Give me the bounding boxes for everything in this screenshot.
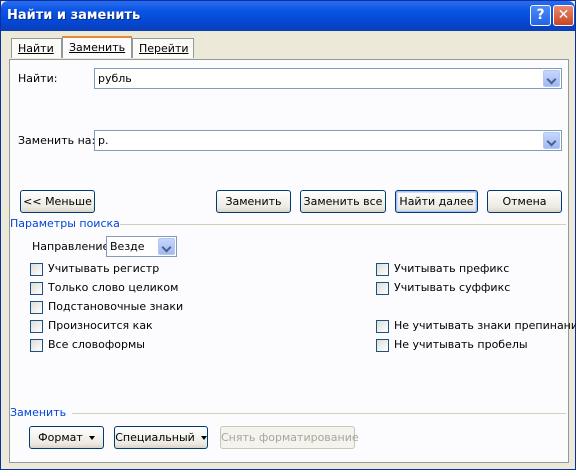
checkbox-label: Учитывать регистр xyxy=(48,262,160,275)
cancel-button[interactable]: Отмена xyxy=(487,190,562,213)
replace-all-button[interactable]: Заменить все xyxy=(300,190,386,213)
tab-goto[interactable]: Перейти xyxy=(132,38,194,58)
direction-select[interactable]: Везде xyxy=(106,236,177,257)
tab-find[interactable]: Найти xyxy=(11,38,62,58)
checkbox-label: Не учитывать знаки препинания xyxy=(394,319,576,332)
checkbox-label: Произносится как xyxy=(48,319,153,332)
find-next-button[interactable]: Найти далее xyxy=(395,190,478,213)
checkbox-label: Учитывать префикс xyxy=(394,262,510,275)
checkbox-box[interactable] xyxy=(376,320,389,333)
find-dropdown-arrow-icon[interactable] xyxy=(543,70,560,87)
checkbox-label: Подстановочные знаки xyxy=(48,300,184,313)
replace-section-title: Заменить xyxy=(10,406,67,419)
tab-find-label: Найти xyxy=(18,42,54,55)
tab-replace[interactable]: Заменить xyxy=(62,36,132,58)
tab-goto-label: Перейти xyxy=(139,42,189,55)
search-options-title: Параметры поиска xyxy=(10,217,120,230)
checkbox-box[interactable] xyxy=(376,339,389,352)
direction-label: Направление: xyxy=(32,240,114,253)
checkbox-label: Все словоформы xyxy=(48,338,145,351)
close-icon[interactable]: ✕ xyxy=(553,5,574,26)
find-label: Найти: xyxy=(18,72,58,85)
find-input-value[interactable]: рубль xyxy=(98,72,132,85)
checkbox-box[interactable] xyxy=(30,320,43,333)
find-combobox[interactable]: рубль xyxy=(94,68,562,89)
clear-formatting-button: Снять форматирование xyxy=(220,426,359,449)
help-icon[interactable]: ? xyxy=(530,5,551,26)
title-bar[interactable]: Найти и заменить ? ✕ xyxy=(1,1,575,31)
search-options-divider xyxy=(120,224,566,225)
format-button-label: Формат xyxy=(38,431,83,444)
direction-dropdown-arrow-icon[interactable] xyxy=(158,238,175,255)
less-button[interactable]: << Меньше xyxy=(20,190,95,213)
replace-section-divider xyxy=(72,413,566,414)
checkbox-box[interactable] xyxy=(30,263,43,276)
replace-button[interactable]: Заменить xyxy=(216,190,291,213)
find-replace-dialog: Найти и заменить ? ✕ Найти Заменить Пере… xyxy=(0,0,576,470)
special-button-label: Специальный xyxy=(115,431,195,444)
checkbox-box[interactable] xyxy=(30,282,43,295)
checkbox-box[interactable] xyxy=(376,282,389,295)
checkbox-box[interactable] xyxy=(376,263,389,276)
replace-label: Заменить на: xyxy=(18,134,96,147)
checkbox-label: Учитывать суффикс xyxy=(394,281,511,294)
checkbox-label: Не учитывать пробелы xyxy=(394,338,528,351)
replace-tab-panel: Найти: рубль Заменить на: р. << Меньше З… xyxy=(9,59,576,463)
checkbox-box[interactable] xyxy=(30,339,43,352)
special-menu-button[interactable]: Специальный xyxy=(114,426,208,449)
replace-dropdown-arrow-icon[interactable] xyxy=(543,132,560,149)
replace-combobox[interactable]: р. xyxy=(94,130,562,151)
checkbox-box[interactable] xyxy=(30,301,43,314)
direction-value: Везде xyxy=(110,240,145,253)
format-menu-button[interactable]: Формат xyxy=(29,426,104,449)
checkbox-label: Только слово целиком xyxy=(48,281,179,294)
tab-replace-label: Заменить xyxy=(69,41,126,54)
window-title: Найти и заменить xyxy=(7,8,141,23)
replace-input-value[interactable]: р. xyxy=(98,134,108,147)
